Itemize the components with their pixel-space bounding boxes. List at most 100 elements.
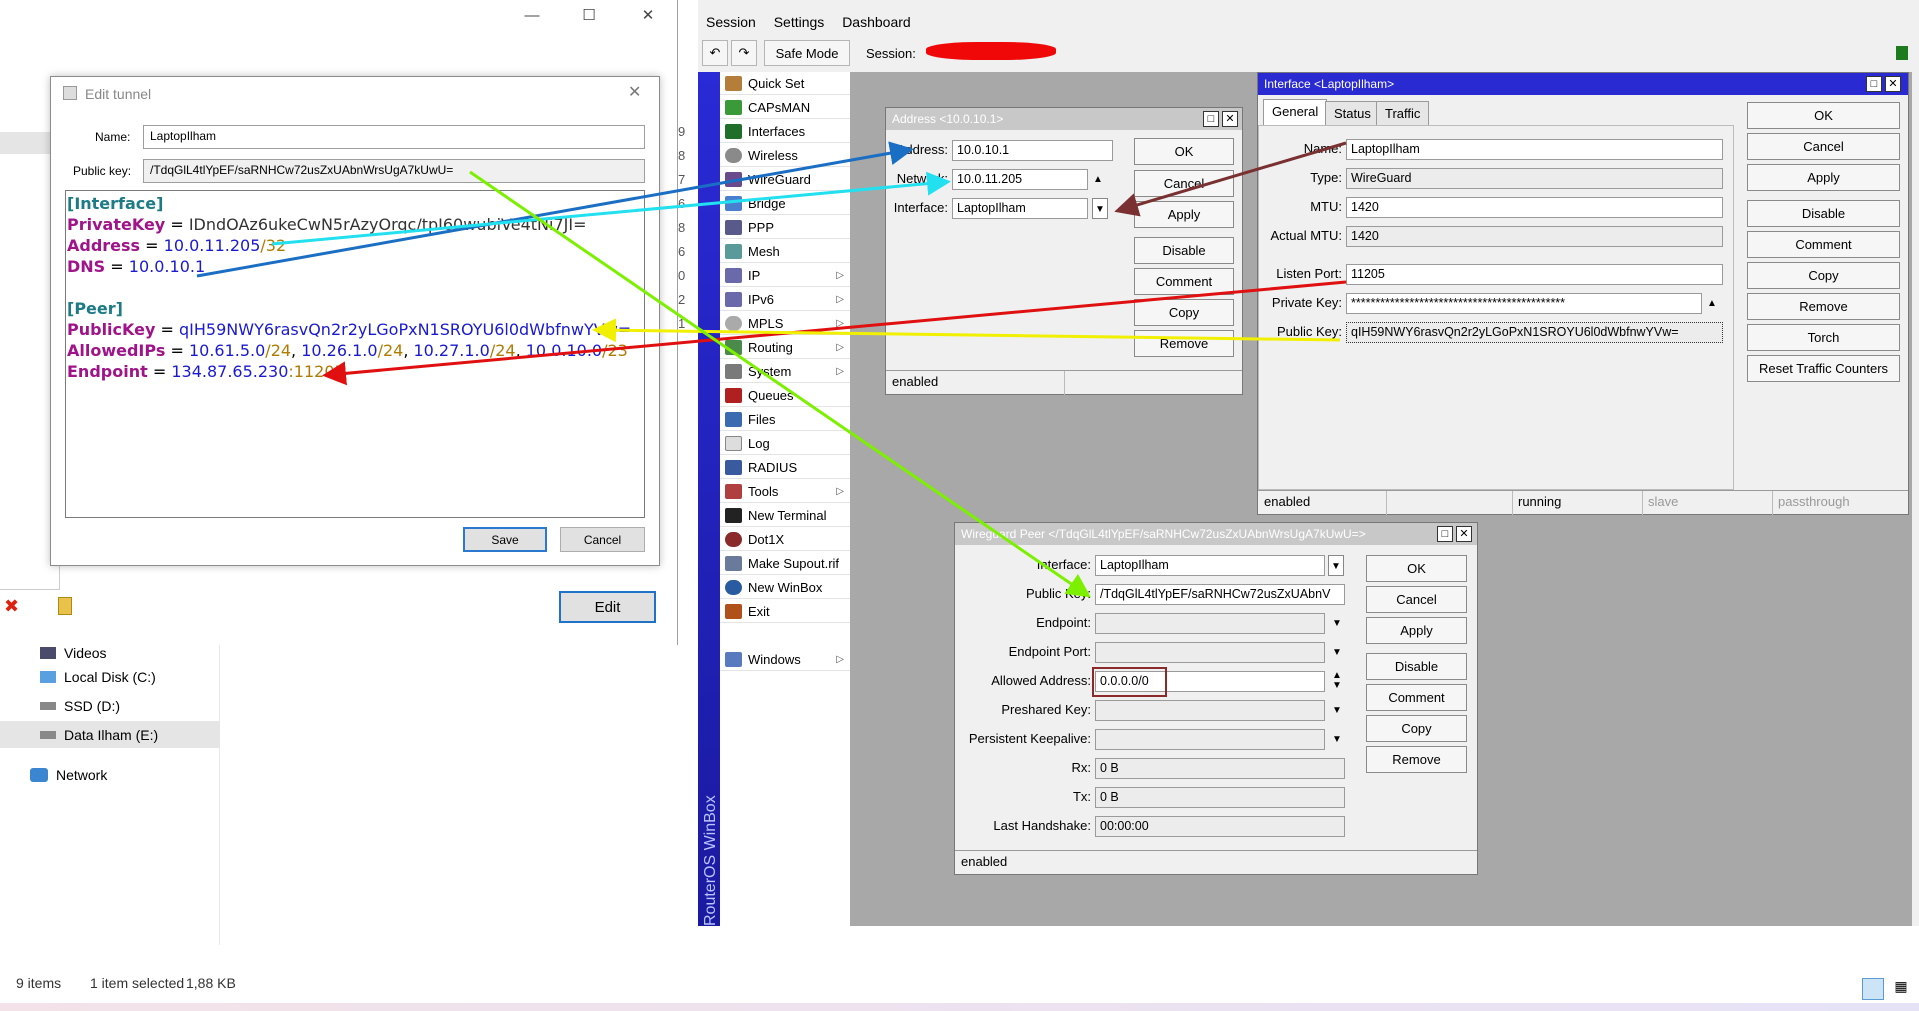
listen-port-input[interactable]: 11205 — [1346, 264, 1723, 285]
zip-icon[interactable] — [58, 597, 72, 615]
tab-general[interactable]: General — [1263, 99, 1328, 125]
endpoint-input[interactable] — [1095, 613, 1325, 634]
delete-icon[interactable]: ✖ — [4, 596, 19, 617]
apply-button[interactable]: Apply — [1747, 164, 1900, 191]
disable-button[interactable]: Disable — [1366, 653, 1467, 680]
name-input[interactable]: LaptopIlham — [1346, 139, 1723, 160]
copy-button[interactable]: Copy — [1366, 715, 1467, 742]
tab-traffic[interactable]: Traffic — [1376, 101, 1430, 125]
cancel-button[interactable]: Cancel — [1747, 133, 1900, 160]
nav-item-local-disk[interactable]: Local Disk (C:) — [40, 669, 156, 685]
ok-button[interactable]: OK — [1747, 102, 1900, 129]
network-input[interactable]: 10.0.11.205 — [952, 169, 1088, 190]
sidebar-item-log[interactable]: Log — [720, 432, 850, 455]
keepalive-input[interactable] — [1095, 729, 1325, 750]
menu-settings[interactable]: Settings — [774, 14, 825, 30]
sidebar-item-tools[interactable]: Tools ▷ — [720, 480, 850, 503]
nav-item-ssd[interactable]: SSD (D:) — [40, 698, 120, 714]
comment-button[interactable]: Comment — [1747, 231, 1900, 258]
close-icon[interactable]: ✕ — [625, 0, 671, 30]
close-icon[interactable]: ✕ — [1456, 526, 1472, 542]
preshared-key-input[interactable] — [1095, 700, 1325, 721]
menu-dashboard[interactable]: Dashboard — [842, 14, 911, 30]
sidebar-item-new-terminal[interactable]: New Terminal — [720, 504, 850, 527]
sidebar-item-ip[interactable]: IP ▷ — [720, 264, 850, 287]
minimize-icon[interactable]: — — [509, 0, 555, 30]
close-icon[interactable]: ✕ — [1885, 76, 1901, 92]
maximize-icon[interactable]: □ — [1437, 526, 1453, 542]
caret-down-icon[interactable]: ▼ — [1329, 700, 1345, 721]
remove-button[interactable]: Remove — [1134, 330, 1234, 357]
sidebar-item-interfaces[interactable]: Interfaces — [720, 120, 850, 143]
sidebar-item-wireless[interactable]: Wireless — [720, 144, 850, 167]
pubkey-field[interactable]: /TdqGlL4tlYpEF/saRNHCw72usZxUAbnWrsUgA7k… — [143, 159, 645, 183]
address-input[interactable]: 10.0.10.1 — [952, 140, 1113, 161]
sidebar-item-windows[interactable]: Windows ▷ — [720, 648, 850, 671]
public-key-input[interactable]: /TdqGlL4tlYpEF/saRNHCw72usZxUAbnV — [1095, 584, 1345, 605]
caret-up-icon[interactable]: ▲ — [1704, 293, 1720, 314]
nav-item-data-ilham[interactable]: Data Ilham (E:) — [40, 727, 158, 743]
comment-button[interactable]: Comment — [1134, 268, 1234, 295]
sidebar-item-bridge[interactable]: Bridge — [720, 192, 850, 215]
sidebar-item-dot1x[interactable]: Dot1X — [720, 528, 850, 551]
close-icon[interactable]: ✕ — [628, 82, 641, 102]
sidebar-item-radius[interactable]: RADIUS — [720, 456, 850, 479]
ok-button[interactable]: OK — [1366, 555, 1467, 582]
disable-button[interactable]: Disable — [1747, 200, 1900, 227]
interface-select[interactable]: LaptopIlham — [1095, 555, 1325, 576]
menu-session[interactable]: Session — [706, 14, 756, 30]
apply-button[interactable]: Apply — [1366, 617, 1467, 644]
sidebar-item-queues[interactable]: Queues — [720, 384, 850, 407]
public-key-field[interactable]: qIH59NWY6rasvQn2r2yLGoPxN1SROYU6l0dWbfnw… — [1346, 322, 1723, 343]
cancel-button[interactable]: Cancel — [560, 527, 645, 552]
tiles-view-icon[interactable]: ▦ — [1890, 978, 1912, 1000]
torch-button[interactable]: Torch — [1747, 324, 1900, 351]
sidebar-item-mpls[interactable]: MPLS ▷ — [720, 312, 850, 335]
undo-icon[interactable]: ↶ — [702, 40, 728, 66]
maximize-icon[interactable]: □ — [1866, 76, 1882, 92]
caret-down-icon[interactable]: ▼ — [1329, 729, 1345, 750]
cancel-button[interactable]: Cancel — [1366, 586, 1467, 613]
maximize-icon[interactable]: ☐ — [566, 0, 612, 30]
tab-status[interactable]: Status — [1325, 101, 1380, 125]
sidebar-item-exit[interactable]: Exit — [720, 600, 850, 623]
apply-button[interactable]: Apply — [1134, 201, 1234, 228]
sidebar-item-capsman[interactable]: CAPsMAN — [720, 96, 850, 119]
endpoint-port-input[interactable] — [1095, 642, 1325, 663]
ok-button[interactable]: OK — [1134, 138, 1234, 165]
config-editor[interactable]: [Interface] PrivateKey = IDndOAz6ukeCwN5… — [65, 190, 645, 518]
remove-button[interactable]: Remove — [1366, 746, 1467, 773]
mtu-input[interactable]: 1420 — [1346, 197, 1723, 218]
private-key-input[interactable]: ****************************************… — [1346, 293, 1702, 314]
maximize-icon[interactable]: □ — [1203, 111, 1219, 127]
nav-item-videos[interactable]: Videos — [40, 645, 107, 661]
sidebar-item-wireguard[interactable]: WireGuard — [720, 168, 850, 191]
edit-button[interactable]: Edit — [559, 591, 656, 623]
sidebar-item-ppp[interactable]: PPP — [720, 216, 850, 239]
sidebar-item-new-winbox[interactable]: New WinBox — [720, 576, 850, 599]
copy-button[interactable]: Copy — [1134, 299, 1234, 326]
sidebar-item-routing[interactable]: Routing ▷ — [720, 336, 850, 359]
nav-item-network[interactable]: Network — [30, 767, 107, 783]
remove-button[interactable]: Remove — [1747, 293, 1900, 320]
disable-button[interactable]: Disable — [1134, 237, 1234, 264]
interface-select[interactable]: LaptopIlham — [952, 198, 1088, 219]
reset-traffic-counters-button[interactable]: Reset Traffic Counters — [1747, 355, 1900, 382]
comment-button[interactable]: Comment — [1366, 684, 1467, 711]
name-input[interactable]: LaptopIlham — [143, 125, 645, 149]
dropdown-icon[interactable]: ▼ — [1328, 555, 1344, 576]
save-button[interactable]: Save — [463, 527, 547, 552]
cancel-button[interactable]: Cancel — [1134, 170, 1234, 197]
sidebar-item-system[interactable]: System ▷ — [720, 360, 850, 383]
sidebar-item-files[interactable]: Files — [720, 408, 850, 431]
sidebar-item-mesh[interactable]: Mesh — [720, 240, 850, 263]
sidebar-item-ipv6[interactable]: IPv6 ▷ — [720, 288, 850, 311]
caret-down-icon[interactable]: ▼ — [1329, 642, 1345, 663]
sidebar-item-make-supout[interactable]: Make Supout.rif — [720, 552, 850, 575]
safe-mode-button[interactable]: Safe Mode — [764, 40, 850, 66]
sidebar-item-quick-set[interactable]: Quick Set — [720, 72, 850, 95]
close-icon[interactable]: ✕ — [1222, 111, 1238, 127]
redo-icon[interactable]: ↷ — [731, 40, 757, 66]
copy-button[interactable]: Copy — [1747, 262, 1900, 289]
dropdown-icon[interactable]: ▼ — [1092, 198, 1108, 219]
